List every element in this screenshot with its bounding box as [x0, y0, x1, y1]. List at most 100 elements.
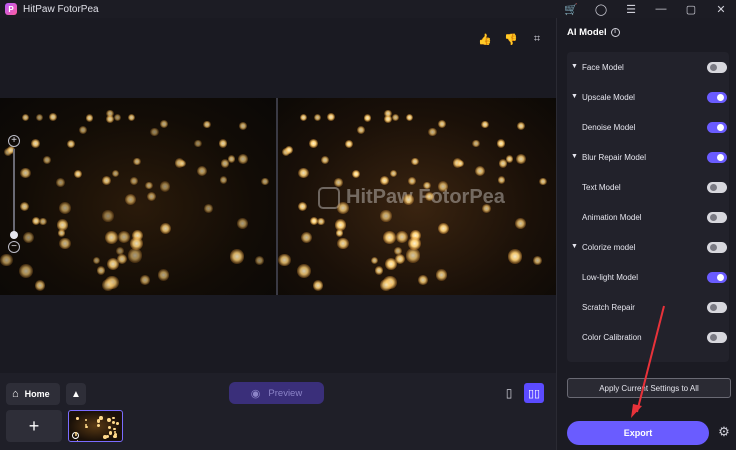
candle-light — [337, 202, 350, 215]
model-name: Face Model — [582, 63, 624, 72]
caret-down-icon[interactable]: ▼ — [571, 243, 578, 250]
candle-light — [56, 219, 68, 231]
menu-icon[interactable]: ☰ — [616, 0, 646, 18]
candle-light — [22, 232, 34, 244]
candle-light — [125, 193, 137, 205]
candle-light — [106, 109, 114, 118]
preview-label: Preview — [268, 387, 303, 399]
candle-light — [374, 266, 383, 275]
candle-light — [370, 256, 379, 265]
caret-down-icon[interactable]: ▼ — [571, 63, 578, 70]
candle-light — [203, 120, 211, 129]
export-button[interactable]: Export — [567, 421, 709, 445]
toggle-knob — [717, 274, 724, 281]
thumbnail-light — [116, 422, 120, 426]
model-list: ▼ Face Model ▼ Upscale Model Denoise Model ▼ B… — [567, 52, 729, 362]
toggle-knob — [710, 334, 717, 341]
zoom-in-icon[interactable]: + — [8, 135, 20, 147]
close-button[interactable]: ✕ — [706, 0, 736, 18]
model-toggle[interactable] — [707, 332, 727, 343]
candle-light — [178, 159, 187, 168]
info-icon[interactable]: i — [610, 28, 620, 37]
candle-light — [130, 177, 138, 185]
model-row: Scratch Repair — [567, 298, 729, 318]
bottom-bar: ⌂ Home ▲ ◉ Preview ▯ ▯▯ + — [0, 373, 556, 450]
chevron-up-icon: ▲ — [71, 388, 81, 400]
model-name: Colorize model — [582, 243, 636, 252]
model-name: Animation Model — [582, 213, 642, 222]
model-toggle[interactable] — [707, 182, 727, 193]
toggle-knob — [710, 184, 717, 191]
candle-light — [157, 269, 170, 281]
zoom-slider[interactable]: + − — [8, 135, 20, 253]
zoom-handle[interactable] — [10, 231, 18, 239]
candle-light — [229, 249, 244, 264]
candle-light — [59, 237, 71, 250]
candle-light — [424, 191, 434, 201]
candle-light — [112, 169, 120, 178]
split-view-icon[interactable]: ▯▯ — [524, 383, 544, 403]
thumbs-down-icon[interactable]: 👎 — [504, 32, 518, 46]
candle-light — [56, 178, 65, 187]
candle-light — [396, 230, 409, 243]
title-bar-controls: 🛒 ◯ ☰ — ▢ ✕ — [556, 0, 736, 18]
model-toggle[interactable] — [707, 212, 727, 223]
collapse-filmstrip-button[interactable]: ▲ — [66, 383, 86, 405]
candle-light — [497, 139, 506, 148]
thumbnail-light — [75, 432, 78, 434]
add-image-button[interactable]: + — [6, 410, 62, 442]
toggle-knob — [710, 64, 717, 71]
model-name: Color Calibration — [582, 333, 642, 342]
maximize-button[interactable]: ▢ — [676, 0, 706, 18]
candle-light — [20, 167, 31, 178]
caret-down-icon[interactable]: ▼ — [571, 153, 578, 160]
candle-light — [278, 253, 291, 266]
thumbnail-light — [114, 432, 118, 436]
candle-light — [159, 180, 171, 192]
thumbs-up-icon[interactable]: 👍 — [478, 32, 492, 46]
home-label: Home — [24, 389, 50, 399]
preview-button[interactable]: ◉ Preview — [229, 382, 324, 404]
minimize-button[interactable]: — — [646, 0, 676, 18]
model-toggle[interactable] — [707, 302, 727, 313]
candle-light — [237, 218, 248, 230]
candle-light — [408, 177, 416, 185]
candle-light — [228, 155, 236, 163]
candle-light — [101, 175, 111, 185]
image-thumbnail[interactable] — [68, 410, 123, 442]
candle-light — [96, 266, 105, 275]
crop-icon[interactable]: ⌗ — [530, 32, 544, 46]
candle-light — [219, 176, 227, 184]
candle-light — [31, 139, 40, 149]
thumbnail-light — [107, 417, 111, 422]
model-row: Color Calibration — [567, 328, 729, 348]
candle-light — [357, 126, 366, 135]
candle-light — [140, 275, 151, 286]
candle-light — [428, 128, 437, 137]
model-row: ▼ Upscale Model — [567, 88, 729, 108]
model-toggle[interactable] — [707, 92, 727, 103]
zoom-out-icon[interactable]: − — [8, 241, 20, 253]
single-view-icon[interactable]: ▯ — [500, 383, 518, 403]
candle-light — [79, 126, 88, 135]
model-toggle[interactable] — [707, 152, 727, 163]
model-toggle[interactable] — [707, 242, 727, 253]
toggle-knob — [717, 94, 724, 101]
user-icon[interactable]: ◯ — [586, 0, 616, 18]
model-toggle[interactable] — [707, 62, 727, 73]
compare-divider[interactable] — [276, 98, 278, 295]
candle-light — [391, 114, 399, 122]
home-button[interactable]: ⌂ Home — [6, 383, 60, 405]
candle-light — [49, 113, 58, 121]
model-toggle[interactable] — [707, 122, 727, 133]
model-toggle[interactable] — [707, 272, 727, 283]
ai-model-panel: AI Model i ▼ Face Model ▼ Upscale Model Deno… — [556, 18, 736, 450]
zoom-track[interactable] — [13, 149, 15, 239]
gear-icon[interactable]: ⚙ — [716, 424, 732, 440]
cart-icon[interactable]: 🛒 — [556, 0, 586, 18]
model-name: Text Model — [582, 183, 621, 192]
panel-title-text: AI Model — [567, 27, 607, 38]
apply-all-button[interactable]: Apply Current Settings to All — [567, 378, 731, 398]
thumbnail-light — [84, 423, 87, 426]
caret-down-icon[interactable]: ▼ — [571, 93, 578, 100]
